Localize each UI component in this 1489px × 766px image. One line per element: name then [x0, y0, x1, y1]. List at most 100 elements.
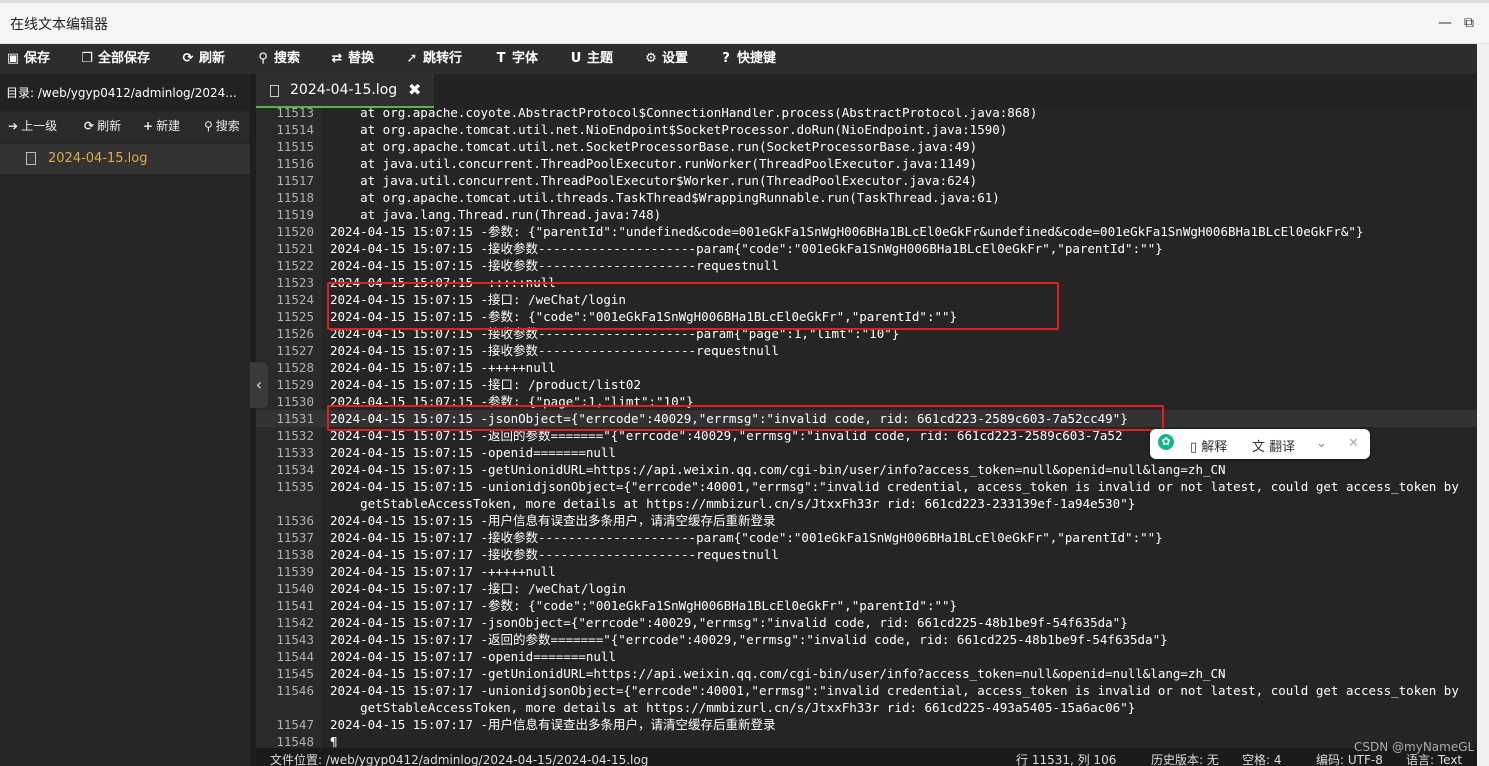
ai-assistant-icon: ✿ — [1158, 434, 1174, 450]
code-line[interactable]: 11541 2024-04-15 15:07:17 -参数: {"code":"0… — [256, 597, 1477, 614]
line-number: 11540 — [276, 581, 314, 596]
indent-spaces[interactable]: 空格: 4 — [1242, 748, 1282, 766]
maximize-button[interactable]: ⧉ — [1460, 14, 1478, 32]
save-all-icon: ❐ — [81, 51, 93, 66]
refresh-button[interactable]: ⟳ 刷新 — [181, 44, 225, 74]
code-line[interactable]: 11542 2024-04-15 15:07:17 -jsonObject={"e… — [256, 614, 1477, 631]
theme-icon: U — [570, 51, 582, 66]
replace-button[interactable]: ⇄ 替换 — [330, 44, 374, 74]
save-button[interactable]: ▣ 保存 — [6, 44, 50, 74]
file-list-item[interactable]: 2024-04-15.log — [0, 144, 250, 174]
settings-button[interactable]: ⚙ 设置 — [644, 44, 688, 74]
file-location: 文件位置: /web/ygyp0412/adminlog/2024-04-15/… — [270, 753, 649, 766]
help-icon: ? — [722, 51, 730, 66]
code-editor[interactable]: 11513 at org.apache.coyote.AbstractProto… — [256, 108, 1477, 748]
cursor-position: 行 11531, 列 106 — [1016, 753, 1117, 766]
refresh-icon: ⟳ — [182, 51, 194, 66]
replace-icon: ⇄ — [331, 51, 343, 66]
line-number: 11515 — [276, 139, 314, 154]
code-line[interactable]: 11546 2024-04-15 15:07:17 -unionidjsonObj… — [256, 682, 1477, 699]
line-number: 11516 — [276, 156, 314, 171]
line-number: 11544 — [276, 649, 314, 664]
line-number: 11519 — [276, 207, 314, 222]
new-file-button[interactable]: + 新建 — [143, 112, 180, 140]
line-text: 2024-04-15 15:07:15 -openid=======null — [330, 445, 616, 460]
chevron-down-icon[interactable]: ⌄ — [1316, 436, 1327, 451]
close-tab-icon[interactable]: ✖ — [408, 80, 421, 99]
line-number: 11522 — [276, 258, 314, 273]
code-line[interactable]: 11521 2024-04-15 15:07:15 -接收参数----------… — [256, 240, 1477, 257]
code-line[interactable]: 11545 2024-04-15 15:07:17 -getUnionidURL=… — [256, 665, 1477, 682]
line-number: 11534 — [276, 462, 314, 477]
line-number: 11527 — [276, 343, 314, 358]
code-line[interactable]: 11535 2024-04-15 15:07:15 -unionidjsonObj… — [256, 478, 1477, 495]
goto-line-button[interactable]: ➚ 跳转行 — [405, 44, 462, 74]
translate-button[interactable]: 文 翻译 — [1252, 436, 1295, 455]
code-line[interactable]: getStableAccessToken, more details at ht… — [256, 699, 1477, 716]
code-line[interactable]: 11518 at org.apache.tomcat.util.threads.… — [256, 189, 1477, 206]
file-icon — [26, 152, 36, 165]
page-scrollbar[interactable] — [1477, 44, 1489, 766]
line-text: 2024-04-15 15:07:15 -接收参数---------------… — [330, 241, 1163, 256]
code-line[interactable]: 11537 2024-04-15 15:07:17 -接收参数----------… — [256, 529, 1477, 546]
collapse-sidebar-button[interactable]: ‹ — [250, 362, 268, 408]
line-number: 11526 — [276, 326, 314, 341]
line-number: 11548 — [276, 734, 314, 748]
line-text: 2024-04-15 15:07:15 -用户信息有误查出多条用户，请清空缓存后… — [330, 513, 776, 528]
window-titlebar: 在线文本编辑器 — ⧉ — [0, 0, 1489, 44]
code-line[interactable]: 11529 2024-04-15 15:07:15 -接口: /product/l… — [256, 376, 1477, 393]
line-number: 11539 — [276, 564, 314, 579]
line-number: 11533 — [276, 445, 314, 460]
search-button[interactable]: ⚲ 搜索 — [256, 44, 300, 74]
shortcuts-button[interactable]: ? 快捷键 — [719, 44, 776, 74]
minimize-button[interactable]: — — [1436, 14, 1454, 32]
code-line[interactable]: 11544 2024-04-15 15:07:17 -openid=======n… — [256, 648, 1477, 665]
font-button[interactable]: T 字体 — [494, 44, 538, 74]
code-line[interactable]: 11520 2024-04-15 15:07:15 -参数: {"parentId… — [256, 223, 1477, 240]
code-line[interactable]: 11538 2024-04-15 15:07:17 -接收参数----------… — [256, 546, 1477, 563]
code-line[interactable]: 11543 2024-04-15 15:07:17 -返回的参数======="{… — [256, 631, 1477, 648]
code-line[interactable]: 11540 2024-04-15 15:07:17 -接口: /weChat/lo… — [256, 580, 1477, 597]
search-icon: ⚲ — [258, 51, 268, 66]
code-line[interactable]: 11519 at java.lang.Thread.run(Thread.jav… — [256, 206, 1477, 223]
line-text: 2024-04-15 15:07:15 -unionidjsonObject={… — [330, 479, 1459, 494]
code-line[interactable]: 11522 2024-04-15 15:07:15 -接收参数----------… — [256, 257, 1477, 274]
code-line[interactable]: getStableAccessToken, more details at ht… — [256, 495, 1477, 512]
line-text: 2024-04-15 15:07:15 -接收参数---------------… — [330, 343, 779, 358]
line-number: 11517 — [276, 173, 314, 188]
code-line[interactable]: 11514 at org.apache.tomcat.util.net.NioE… — [256, 121, 1477, 138]
line-number: 11547 — [276, 717, 314, 732]
sidebar-refresh-button[interactable]: ⟳ 刷新 — [84, 112, 121, 140]
line-number: 11525 — [276, 309, 314, 324]
line-number: 11514 — [276, 122, 314, 137]
code-line[interactable]: 11516 at java.util.concurrent.ThreadPool… — [256, 155, 1477, 172]
gear-icon: ⚙ — [645, 51, 657, 66]
browser-tab-strip — [0, 0, 1489, 3]
code-line[interactable]: 11515 at org.apache.tomcat.util.net.Sock… — [256, 138, 1477, 155]
sidebar-search-button[interactable]: ⚲ 搜索 — [204, 112, 240, 140]
theme-button[interactable]: U 主题 — [569, 44, 613, 74]
history-version[interactable]: 历史版本: 无 — [1151, 748, 1219, 766]
line-text: 2024-04-15 15:07:17 -接收参数---------------… — [330, 547, 779, 562]
save-icon: ▣ — [6, 51, 20, 66]
tab-active-file[interactable]: 2024-04-15.log ✖ — [256, 74, 434, 108]
line-text: at org.apache.tomcat.util.threads.TaskTh… — [330, 190, 1000, 205]
code-line[interactable]: 11513 at org.apache.coyote.AbstractProto… — [256, 108, 1477, 121]
code-line[interactable]: 11548 ¶ — [256, 733, 1477, 748]
close-icon[interactable]: ✕ — [1348, 436, 1359, 451]
code-line[interactable]: 11517 at java.util.concurrent.ThreadPool… — [256, 172, 1477, 189]
code-line[interactable]: 11534 2024-04-15 15:07:15 -getUnionidURL=… — [256, 461, 1477, 478]
explain-button[interactable]: ▯ 解释 — [1190, 436, 1227, 455]
line-text: 2024-04-15 15:07:15 -参数: {"parentId":"un… — [330, 224, 1364, 239]
save-all-button[interactable]: ❐ 全部保存 — [80, 44, 150, 74]
line-text: 2024-04-15 15:07:17 -接收参数---------------… — [330, 530, 1163, 545]
code-line[interactable]: 11536 2024-04-15 15:07:15 -用户信息有误查出多条用户，请… — [256, 512, 1477, 529]
code-line[interactable]: 11527 2024-04-15 15:07:15 -接收参数----------… — [256, 342, 1477, 359]
code-line[interactable]: 11539 2024-04-15 15:07:17 -+++++null — [256, 563, 1477, 580]
code-line[interactable]: 11528 2024-04-15 15:07:15 -+++++null — [256, 359, 1477, 376]
font-icon: T — [496, 51, 506, 66]
parent-dir-button[interactable]: ➔ 上一级 — [8, 112, 57, 140]
highlight-box-jsonobject — [327, 405, 1164, 431]
code-line[interactable]: 11547 2024-04-15 15:07:17 -用户信息有误查出多条用户，请… — [256, 716, 1477, 733]
status-bar: 文件位置: /web/ygyp0412/adminlog/2024-04-15/… — [256, 748, 1477, 766]
